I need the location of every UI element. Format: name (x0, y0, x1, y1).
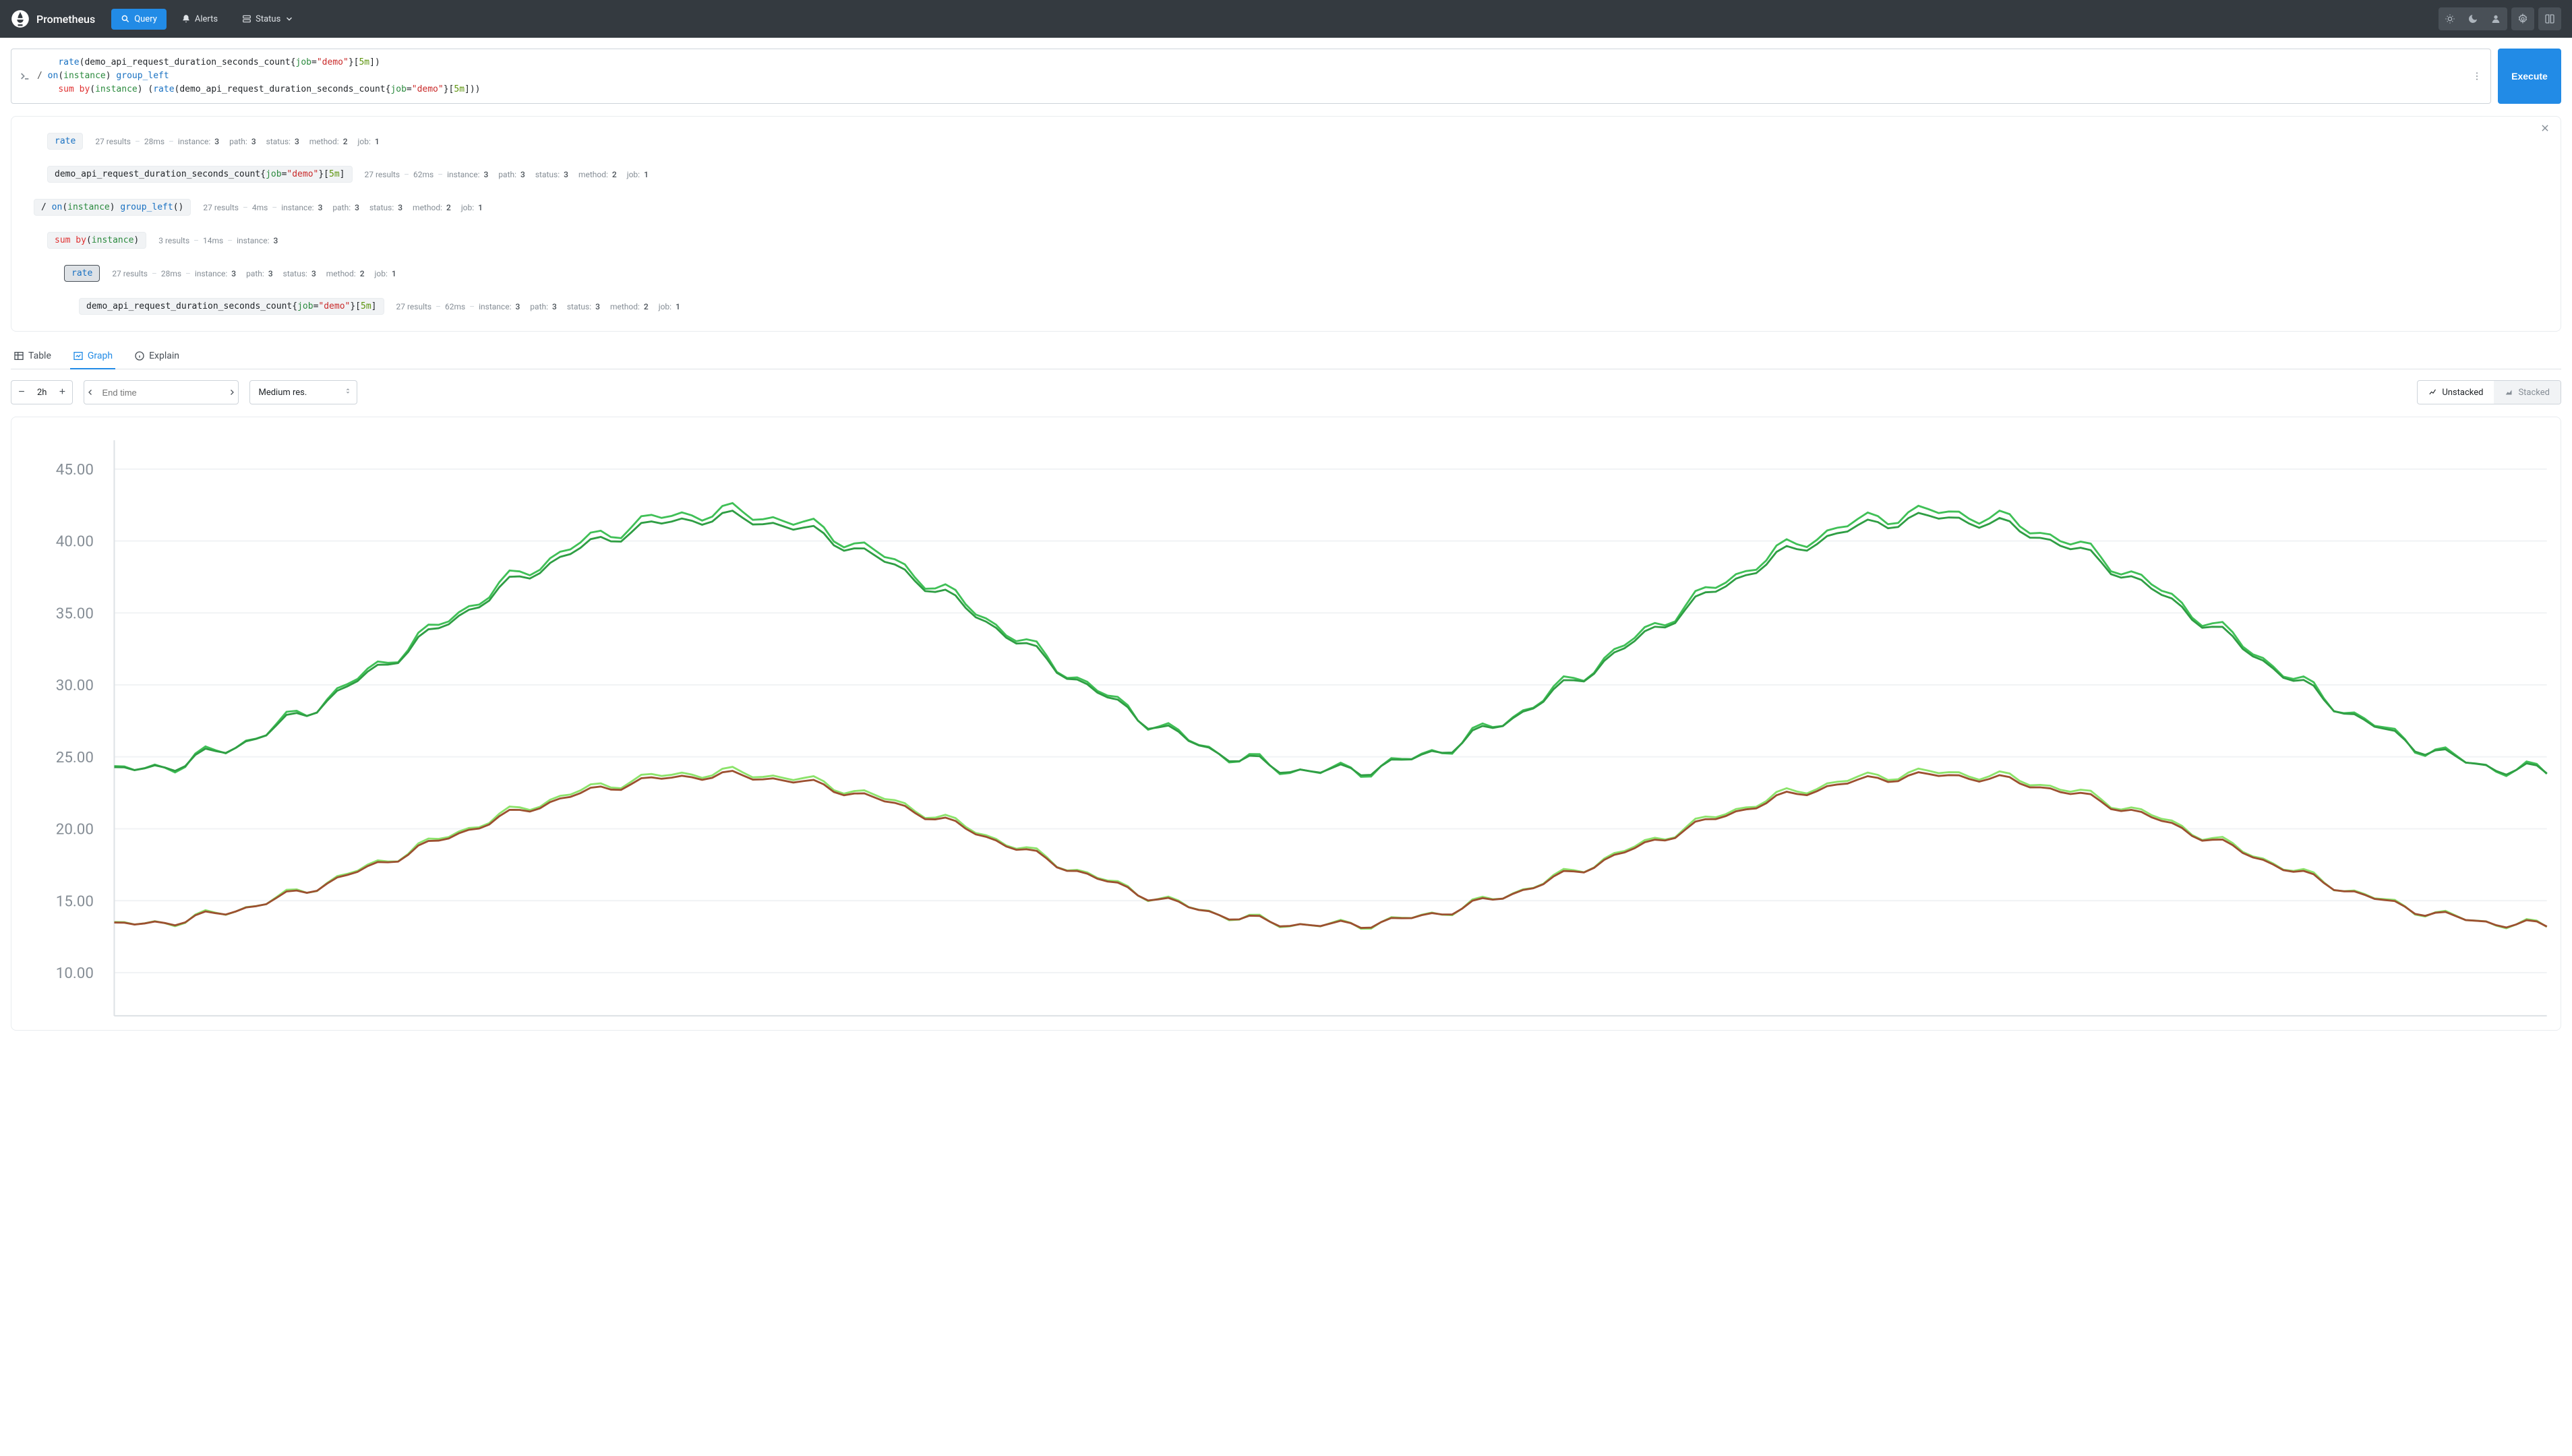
docs-button[interactable] (2538, 7, 2561, 30)
time-range-control: − 2h + (11, 380, 73, 404)
theme-dark-button[interactable] (2461, 7, 2484, 30)
line-chart-icon (2428, 388, 2438, 397)
tree-expression[interactable]: rate (64, 265, 100, 282)
tree-metadata: 27 results – 28ms – instance: 3 path: 3 … (112, 269, 396, 278)
chevron-down-icon (285, 14, 294, 24)
area-chart-icon (2505, 388, 2514, 397)
svg-text:45.00: 45.00 (56, 461, 94, 479)
gear-icon (2517, 13, 2528, 24)
main-nav: Query Alerts Status (111, 9, 303, 30)
query-editor[interactable]: rate(demo_api_request_duration_seconds_c… (11, 49, 2491, 104)
sun-icon (2445, 13, 2455, 24)
svg-text:10.00: 10.00 (56, 965, 94, 982)
unstacked-option[interactable]: Unstacked (2418, 381, 2494, 404)
svg-text:25.00: 25.00 (56, 749, 94, 766)
theme-auto-button[interactable] (2484, 7, 2507, 30)
terminal-icon (20, 71, 30, 82)
stacked-option[interactable]: Stacked (2494, 381, 2561, 404)
book-icon (2544, 13, 2555, 24)
execute-button[interactable]: Execute (2498, 49, 2561, 104)
info-icon (134, 351, 145, 361)
tree-metadata: 27 results – 62ms – instance: 3 path: 3 … (365, 170, 649, 179)
tree-node[interactable]: rate 27 results – 28ms – instance: 3 path… (64, 262, 2548, 284)
chart-series[interactable] (114, 511, 2546, 776)
tree-node[interactable]: sum by(instance) 3 results – 14ms – insta… (47, 229, 2548, 251)
svg-text:35.00: 35.00 (56, 605, 94, 623)
tree-metadata: 27 results – 4ms – instance: 3 path: 3 s… (203, 203, 483, 212)
logo[interactable]: Prometheus (11, 9, 95, 28)
tree-node[interactable]: rate 27 results – 28ms – instance: 3 path… (47, 130, 2548, 152)
query-row: rate(demo_api_request_duration_seconds_c… (11, 49, 2561, 104)
brand-name: Prometheus (36, 13, 95, 26)
tree-node[interactable]: demo_api_request_duration_seconds_count{… (47, 163, 2548, 185)
moon-icon (2468, 13, 2478, 24)
select-arrows-icon (345, 386, 351, 398)
svg-text:40.00: 40.00 (56, 533, 94, 551)
tab-graph[interactable]: Graph (70, 344, 115, 369)
tree-expression[interactable]: demo_api_request_duration_seconds_count{… (47, 166, 353, 183)
tab-table[interactable]: Table (11, 344, 54, 369)
chevron-right-icon (228, 388, 236, 396)
docs-group (2538, 7, 2561, 30)
close-icon (2540, 123, 2550, 133)
tree-metadata: 3 results – 14ms – instance: 3 (158, 236, 278, 245)
theme-light-button[interactable] (2439, 7, 2461, 30)
svg-text:20.00: 20.00 (56, 821, 94, 839)
resolution-select[interactable]: Medium res. (249, 380, 357, 404)
settings-group (2511, 7, 2534, 30)
tree-metadata: 27 results – 62ms – instance: 3 path: 3 … (396, 302, 680, 311)
tree-metadata: 27 results – 28ms – instance: 3 path: 3 … (95, 137, 379, 146)
end-time-control (84, 380, 239, 404)
nav-query[interactable]: Query (111, 9, 167, 30)
app-header: Prometheus Query Alerts Status (0, 0, 2572, 38)
tree-node[interactable]: / on(instance) group_left() 27 results – … (34, 196, 2548, 218)
prometheus-icon (11, 9, 30, 28)
end-time-next-button[interactable] (226, 381, 238, 404)
tree-expression[interactable]: sum by(instance) (47, 232, 146, 249)
nav-alerts[interactable]: Alerts (172, 9, 227, 30)
range-decrease-button[interactable]: − (11, 381, 32, 404)
range-increase-button[interactable]: + (52, 381, 72, 404)
settings-button[interactable] (2511, 7, 2534, 30)
user-icon (2490, 13, 2501, 24)
close-tree-button[interactable] (2540, 123, 2554, 135)
nav-status[interactable]: Status (233, 9, 303, 30)
table-icon (13, 351, 24, 361)
tree-expression[interactable]: / on(instance) group_left() (34, 199, 191, 216)
more-vertical-icon[interactable] (2472, 71, 2482, 82)
header-actions (2439, 7, 2561, 30)
query-code: rate(demo_api_request_duration_seconds_c… (37, 56, 2465, 96)
bell-icon (181, 14, 191, 24)
chart-panel: 10.00 15.00 20.00 25.00 30.00 35.00 40.00 45.00 (11, 417, 2561, 1030)
server-icon (242, 14, 251, 24)
end-time-prev-button[interactable] (84, 381, 96, 404)
query-tree-panel: rate 27 results – 28ms – instance: 3 path… (11, 116, 2561, 332)
theme-toggle-group (2439, 7, 2507, 30)
tree-node[interactable]: demo_api_request_duration_seconds_count{… (79, 295, 2548, 317)
search-icon (121, 14, 130, 24)
svg-text:30.00: 30.00 (56, 677, 94, 695)
chart-icon (73, 351, 84, 361)
chart-series[interactable] (114, 771, 2546, 928)
tree-expression[interactable]: demo_api_request_duration_seconds_count{… (79, 298, 384, 315)
chart-series[interactable] (114, 504, 2546, 777)
result-tabs: Table Graph Explain (11, 344, 2561, 369)
chart-plot[interactable]: 10.00 15.00 20.00 25.00 30.00 35.00 40.00 45.00 (11, 433, 2561, 1029)
end-time-input[interactable] (96, 388, 226, 398)
chart-series[interactable] (114, 767, 2546, 929)
chevron-left-icon (86, 388, 94, 396)
graph-controls: − 2h + Medium res. Unstacked Stacked (11, 380, 2561, 404)
svg-text:15.00: 15.00 (56, 893, 94, 911)
stack-mode-toggle: Unstacked Stacked (2417, 380, 2561, 404)
tree-expression[interactable]: rate (47, 133, 83, 150)
range-value: 2h (32, 388, 52, 398)
tab-explain[interactable]: Explain (131, 344, 182, 369)
